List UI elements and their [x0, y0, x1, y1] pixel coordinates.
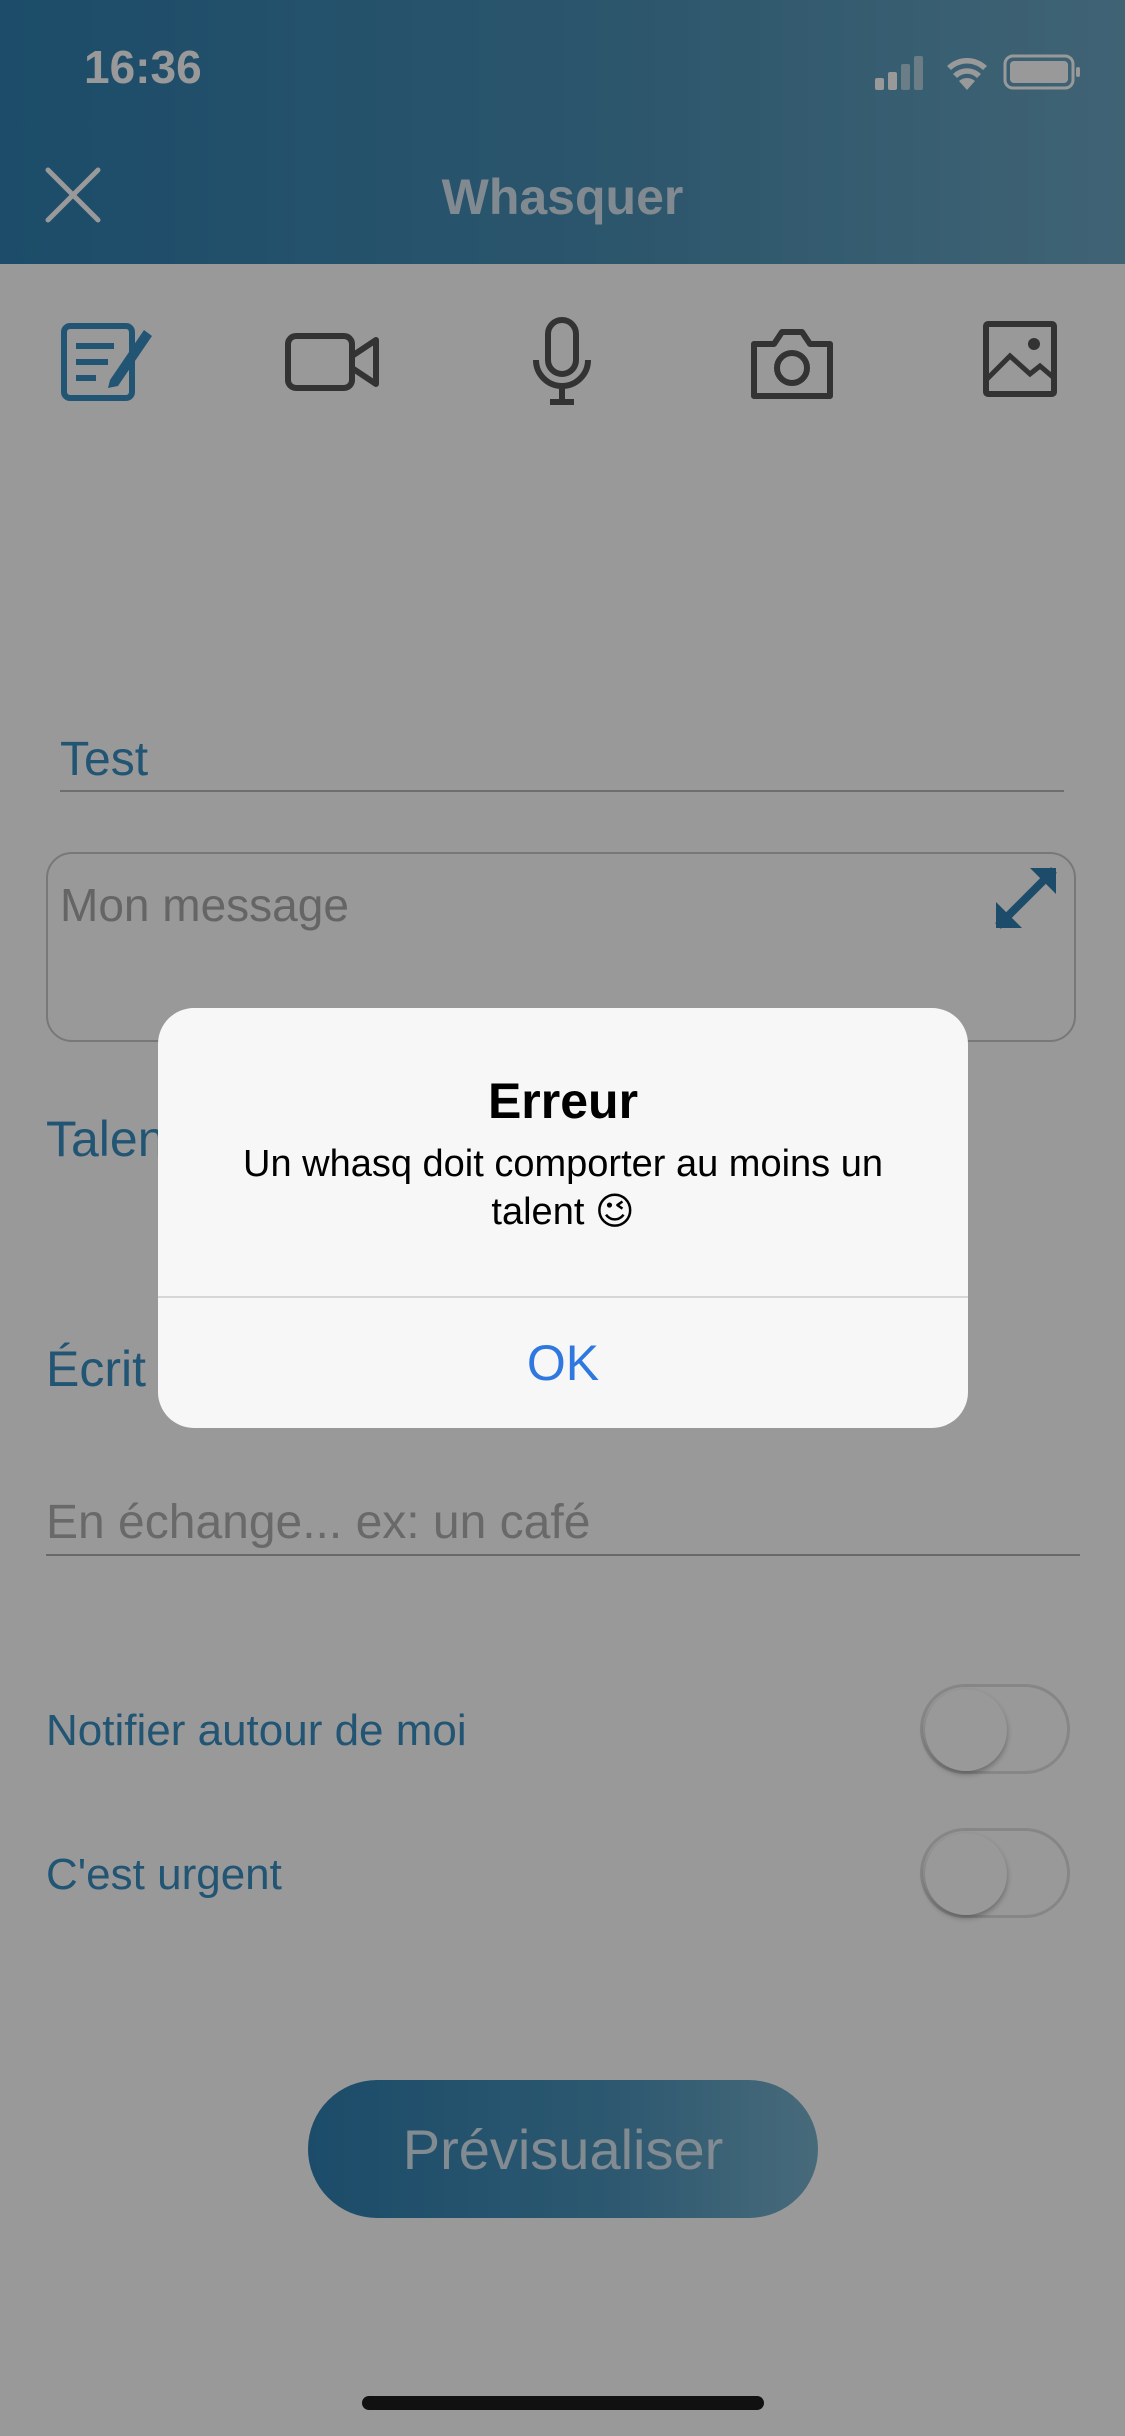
home-indicator[interactable] — [362, 2396, 764, 2410]
alert-message: Un whasq doit comporter au moins un tale… — [243, 1143, 883, 1233]
alert-title: Erreur — [487, 1073, 639, 1129]
error-alert: Erreur Un whasq doit comporter au moins … — [158, 1008, 968, 1428]
alert-ok-button[interactable]: OK — [158, 1298, 968, 1428]
